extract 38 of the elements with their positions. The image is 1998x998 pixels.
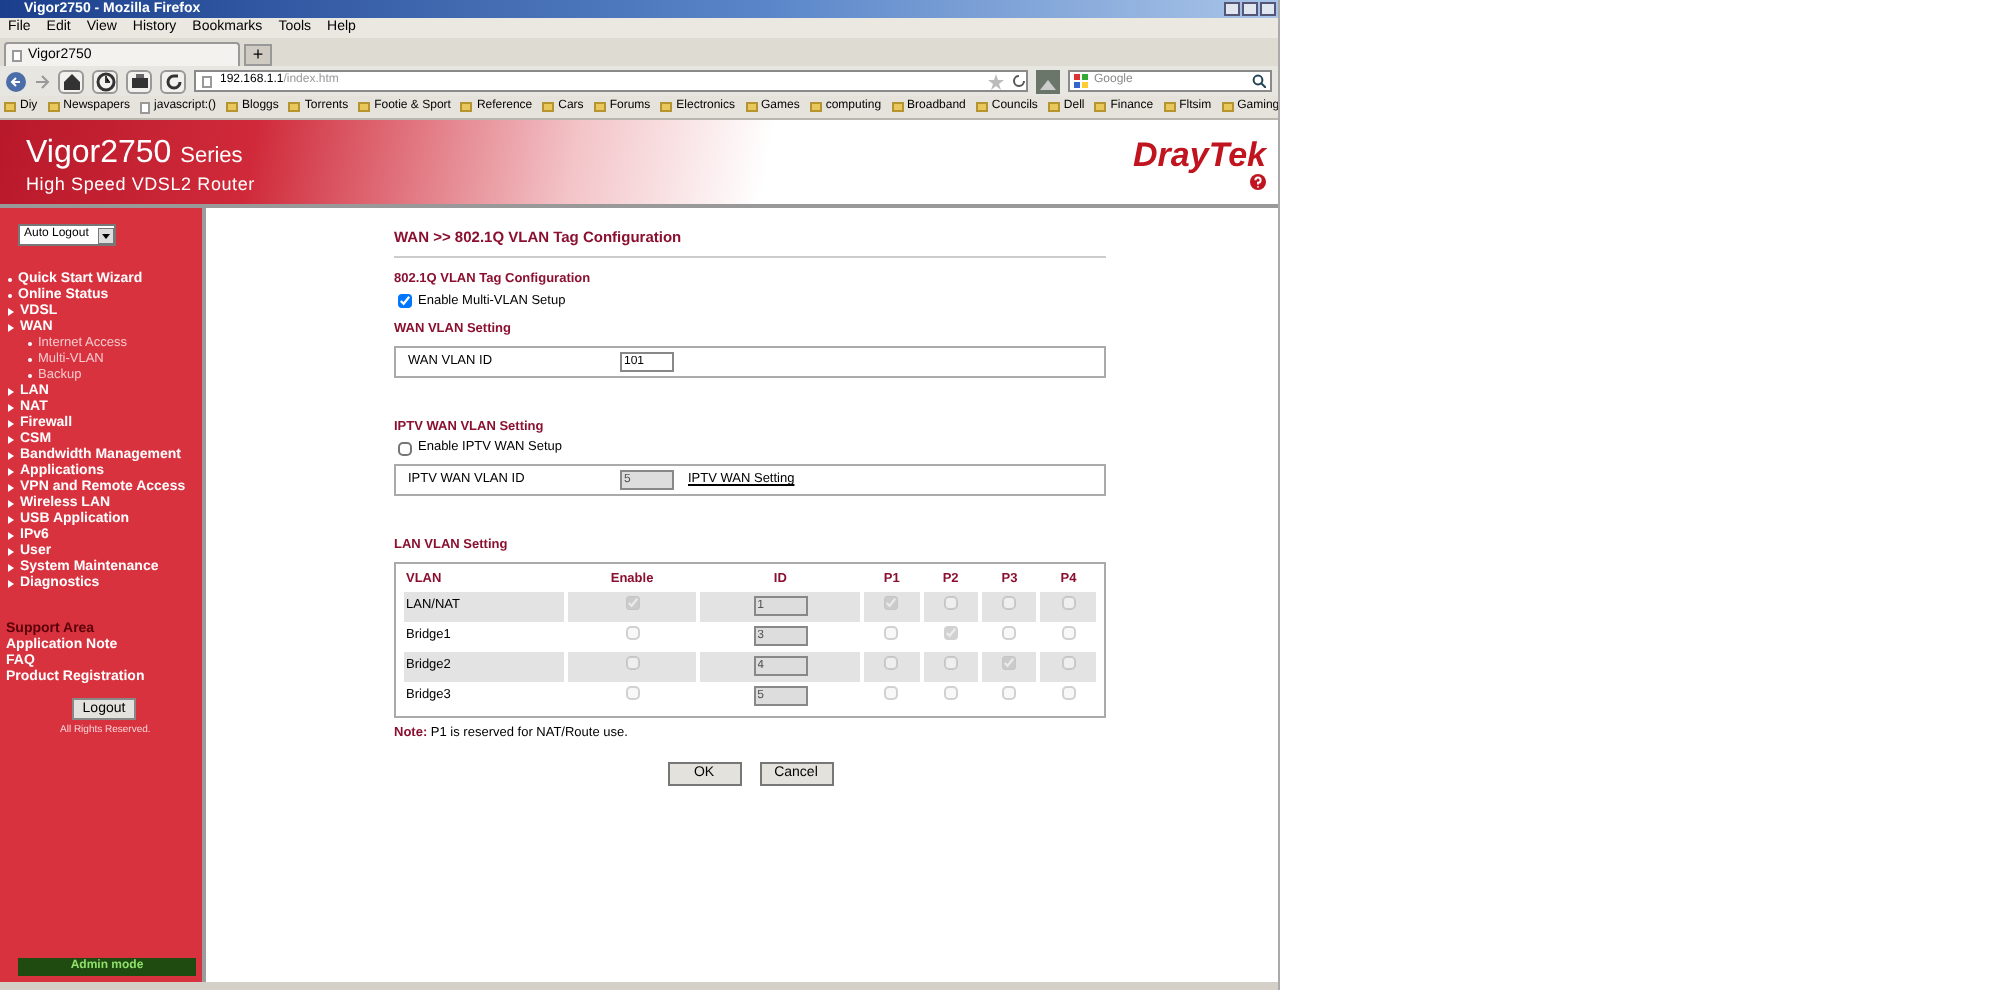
folder-icon [542,102,555,112]
product-title: Vigor2750 Series [26,136,243,170]
page-icon [140,101,151,113]
history-icon[interactable] [95,71,115,91]
checkbox[interactable] [398,294,412,309]
folder-icon [47,102,60,112]
search-icon[interactable] [1252,74,1266,88]
folder-icon [1047,102,1060,112]
folder-icon [226,102,239,112]
folder-icon [975,102,988,112]
product-subtitle: High Speed VDSL2 Router [26,172,255,198]
folder-icon [1221,102,1234,112]
reload-icon[interactable] [1012,74,1026,88]
folder-icon [593,102,606,112]
folder-icon [745,102,757,112]
forward-icon[interactable] [34,73,50,89]
page-icon [202,75,212,87]
page-icon [12,49,22,61]
dropdown-arrow-icon[interactable] [98,227,114,243]
print-icon[interactable] [129,71,149,91]
folder-icon [891,102,904,112]
reload-icon[interactable] [163,71,183,91]
folder-icon [1094,102,1107,112]
folder-icon [288,102,301,112]
brand-logo: DrayTek [1133,138,1266,174]
folder-icon [660,102,673,112]
home-icon[interactable] [61,71,81,91]
addon-icon[interactable] [1036,69,1060,93]
folder-icon [1163,102,1176,112]
back-icon[interactable] [6,71,26,91]
help-icon[interactable] [1250,174,1266,191]
folder-icon [4,102,16,112]
star-icon[interactable] [988,73,1004,89]
new-tab-button[interactable]: + [244,44,272,66]
folder-icon [809,102,822,112]
folder-icon [358,102,371,112]
search-engine-icon[interactable] [1074,74,1088,88]
folder-icon [460,102,473,112]
